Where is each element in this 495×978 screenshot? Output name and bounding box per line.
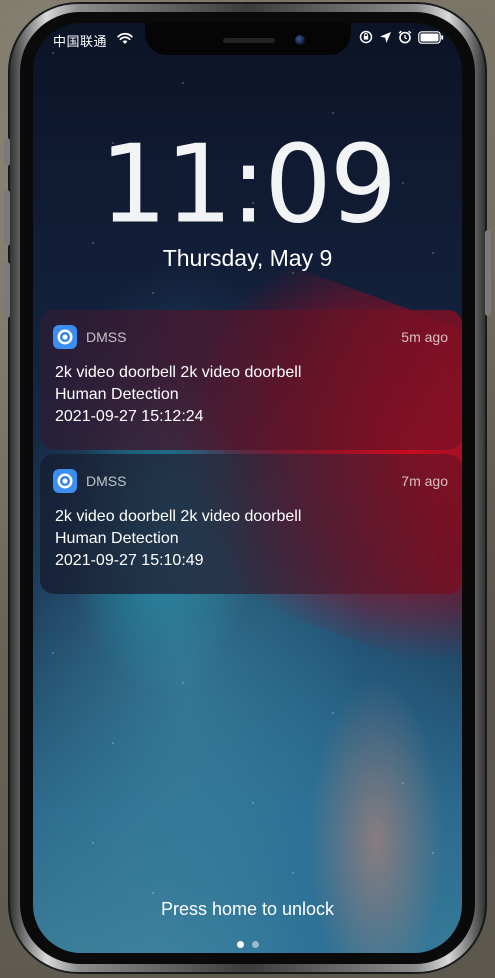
wifi-icon — [117, 32, 133, 44]
lock-clock: 11:09 — [99, 121, 397, 248]
front-camera-icon — [295, 35, 305, 45]
notification-app-name: DMSS — [86, 329, 127, 345]
alarm-icon — [398, 30, 412, 44]
notification-time: 5m ago — [401, 329, 448, 345]
unlock-hint: Press home to unlock — [160, 899, 335, 919]
lock-date: Thursday, May 9 — [162, 245, 333, 271]
location-arrow-icon — [380, 31, 391, 43]
notification-body: 2k video doorbell 2k video doorbell Huma… — [55, 362, 301, 428]
notification-line: Human Detection — [55, 386, 179, 403]
volume-up-button — [4, 190, 10, 246]
notification-line: 2k video doorbell 2k video doorbell — [55, 364, 302, 381]
silent-switch — [4, 138, 10, 166]
page-indicator — [33, 941, 462, 948]
notification-line: 2021-09-27 15:10:49 — [55, 552, 204, 569]
speaker-grille — [223, 38, 275, 43]
notification-app-name: DMSS — [86, 473, 127, 489]
lock-rotation-icon — [359, 30, 373, 44]
dmss-app-icon — [53, 325, 77, 349]
notification-card[interactable]: DMSS 7m ago 2k video doorbell 2k video d… — [40, 454, 462, 594]
battery-icon — [418, 30, 444, 44]
notification-line: Human Detection — [55, 530, 179, 547]
carrier-name: 中国联通 — [53, 34, 108, 49]
notification-time: 7m ago — [401, 473, 448, 489]
status-icons — [359, 30, 444, 44]
notification-card[interactable]: DMSS 5m ago 2k video doorbell 2k video d… — [40, 310, 462, 450]
notch — [145, 23, 351, 55]
notification-line: 2k video doorbell 2k video doorbell — [55, 508, 302, 525]
notification-line: 2021-09-27 15:12:24 — [55, 408, 204, 425]
notification-body: 2k video doorbell 2k video doorbell Huma… — [55, 506, 301, 572]
page-dot-active — [236, 941, 244, 948]
dmss-app-icon — [53, 469, 77, 493]
page-dot — [251, 941, 259, 948]
power-button — [485, 230, 491, 316]
lock-screen: 中国联通 11:09 Thursday, May 9 DMSS 5m ago 2… — [33, 23, 462, 953]
volume-down-button — [4, 262, 10, 318]
